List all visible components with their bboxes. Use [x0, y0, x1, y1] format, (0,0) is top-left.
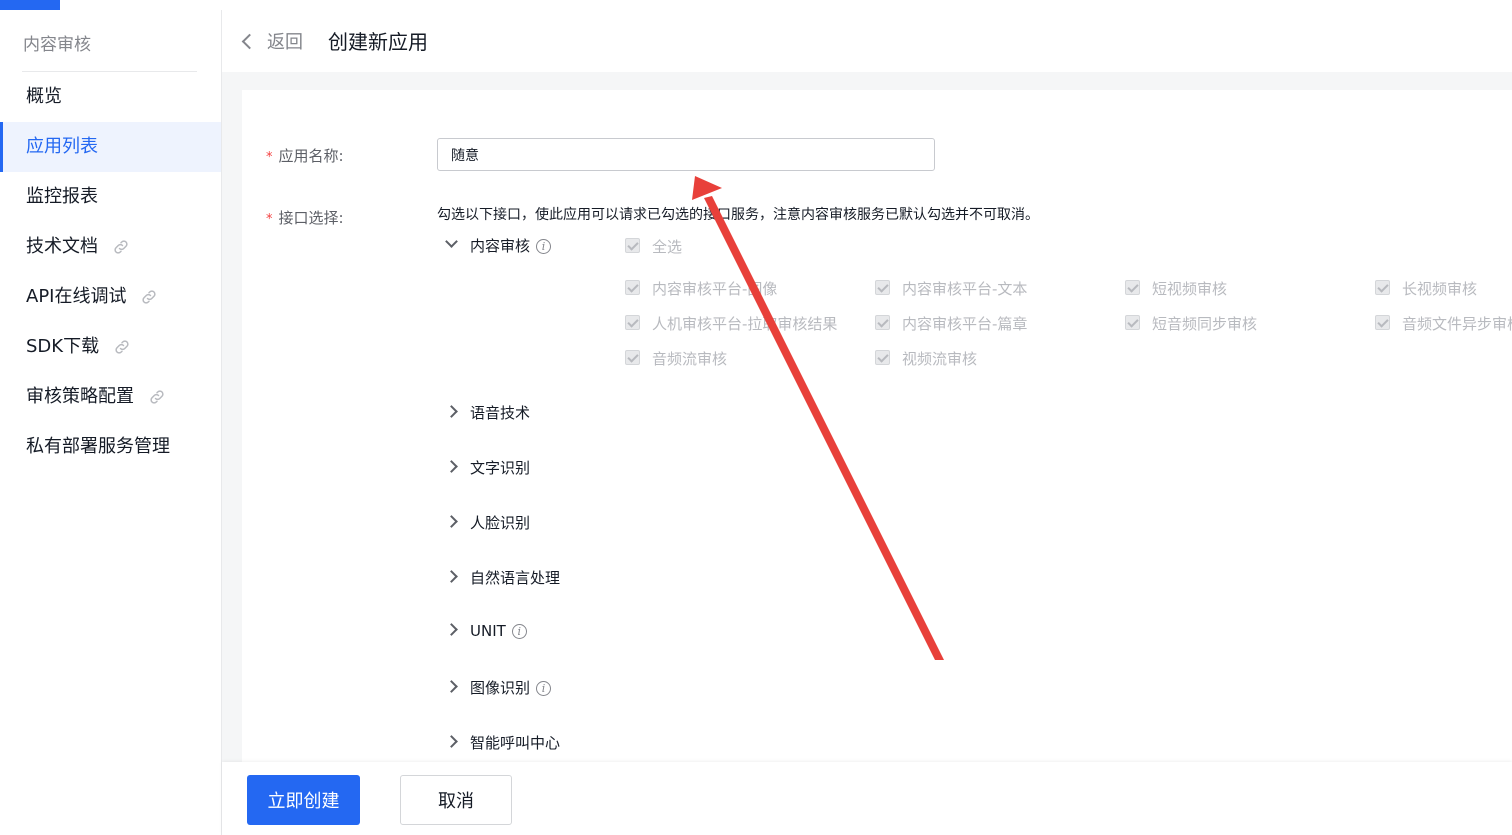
service-checkbox[interactable]: 内容审核平台-图像 [625, 278, 777, 299]
checkbox-checked-icon [875, 280, 890, 295]
form-card: *应用名称: *接口选择: 勾选以下接口，使此应用可以请求已勾选的接口服务，注意… [242, 90, 1512, 762]
chevron-left-icon [241, 33, 258, 49]
sidebar-item-label: 概览 [26, 86, 62, 107]
sidebar-title: 内容审核 [23, 35, 91, 55]
required-mark: * [266, 150, 273, 165]
link-icon [150, 390, 164, 404]
chevron-right-icon [445, 405, 458, 418]
service-checkbox[interactable]: 内容审核平台-篇章 [875, 313, 1027, 334]
group-face-recognition[interactable]: 人脸识别 [445, 512, 531, 533]
app-name-input[interactable] [437, 138, 935, 171]
back-label: 返回 [267, 32, 303, 53]
top-bar [0, 0, 1512, 10]
chevron-down-icon [445, 235, 458, 248]
service-checkbox[interactable]: 短视频审核 [1125, 278, 1227, 299]
sidebar-item-label: SDK下载 [26, 336, 100, 357]
service-checkbox[interactable]: 视频流审核 [875, 348, 977, 369]
group-nlp[interactable]: 自然语言处理 [445, 567, 561, 588]
info-icon[interactable]: i [536, 681, 552, 696]
sidebar-item-private-deploy[interactable]: 私有部署服务管理 [0, 422, 221, 472]
info-icon[interactable]: i [511, 624, 527, 639]
group-label: 语音技术 [470, 404, 531, 422]
sidebar-item-app-list[interactable]: 应用列表 [0, 122, 221, 172]
sidebar-item-overview[interactable]: 概览 [0, 72, 221, 122]
checkbox-checked-icon [1375, 280, 1390, 295]
sidebar-item-label: 私有部署服务管理 [26, 436, 170, 457]
create-button[interactable]: 立即创建 [247, 775, 360, 825]
link-icon [115, 340, 129, 354]
service-checkbox[interactable]: 音频流审核 [625, 348, 727, 369]
checkbox-checked-icon [875, 350, 890, 365]
select-all-checkbox[interactable]: 全选 [625, 236, 682, 257]
checkbox-checked-icon [625, 350, 640, 365]
interface-select-label: * 接口选择: [266, 209, 344, 227]
group-unit[interactable]: UNIT i [445, 622, 527, 640]
group-label: UNIT [470, 622, 506, 640]
checkbox-checked-icon [625, 280, 640, 295]
top-bar-accent [0, 0, 60, 10]
service-checkbox[interactable]: 人机审核平台-拉取审核结果 [625, 313, 837, 334]
checkbox-checked-icon [625, 315, 640, 330]
chevron-right-icon [445, 460, 458, 473]
sidebar-item-label: 监控报表 [26, 186, 98, 207]
checkbox-checked-icon [625, 238, 640, 253]
link-icon [114, 240, 128, 254]
chevron-right-icon [445, 735, 458, 748]
group-label: 智能呼叫中心 [470, 734, 561, 752]
sidebar-item-label: API在线调试 [26, 286, 127, 307]
group-label: 文字识别 [470, 459, 531, 477]
page-header: 返回 创建新应用 [222, 10, 1512, 72]
group-speech-tech[interactable]: 语音技术 [445, 402, 531, 423]
link-icon [142, 290, 156, 304]
sidebar-item-tech-docs[interactable]: 技术文档 [0, 222, 221, 272]
group-content-review[interactable]: 内容审核 i [445, 235, 552, 256]
checkbox-checked-icon [1375, 315, 1390, 330]
sidebar: 内容审核 概览 应用列表 监控报表 技术文档 API在线调试 SDK下载 审核策… [0, 10, 222, 835]
service-checkbox[interactable]: 短音频同步审核 [1125, 313, 1257, 334]
group-label: 图像识别 [470, 679, 531, 697]
checkbox-checked-icon [875, 315, 890, 330]
checkbox-checked-icon [1125, 315, 1140, 330]
sidebar-item-monitor-report[interactable]: 监控报表 [0, 172, 221, 222]
service-checkbox[interactable]: 长视频审核 [1375, 278, 1477, 299]
group-ocr[interactable]: 文字识别 [445, 457, 531, 478]
chevron-right-icon [445, 680, 458, 693]
group-call-center[interactable]: 智能呼叫中心 [445, 732, 561, 753]
sidebar-item-label: 审核策略配置 [26, 386, 134, 407]
sidebar-item-label: 应用列表 [26, 136, 98, 157]
interface-hint: 勾选以下接口，使此应用可以请求已勾选的接口服务，注意内容审核服务已默认勾选并不可… [437, 207, 1039, 223]
group-label: 自然语言处理 [470, 569, 561, 587]
cancel-button[interactable]: 取消 [400, 775, 512, 825]
chevron-right-icon [445, 623, 458, 636]
app-name-label: * 应用名称: [266, 147, 344, 165]
group-image-recognition[interactable]: 图像识别 i [445, 677, 552, 698]
sidebar-item-label: 技术文档 [26, 236, 98, 257]
page-title: 创建新应用 [328, 30, 428, 54]
form-footer: 立即创建 取消 [222, 762, 1512, 835]
service-checkbox[interactable]: 音频文件异步审核 [1375, 313, 1512, 334]
required-mark: * [266, 212, 273, 227]
back-button[interactable]: 返回 [241, 28, 303, 54]
service-checkbox[interactable]: 内容审核平台-文本 [875, 278, 1027, 299]
chevron-right-icon [445, 570, 458, 583]
info-icon[interactable]: i [536, 239, 552, 254]
chevron-right-icon [445, 515, 458, 528]
sidebar-item-sdk-download[interactable]: SDK下载 [0, 322, 221, 372]
sidebar-item-policy-config[interactable]: 审核策略配置 [0, 372, 221, 422]
group-label: 内容审核 [470, 237, 531, 255]
sidebar-item-api-debug[interactable]: API在线调试 [0, 272, 221, 322]
group-label: 人脸识别 [470, 514, 531, 532]
checkbox-checked-icon [1125, 280, 1140, 295]
